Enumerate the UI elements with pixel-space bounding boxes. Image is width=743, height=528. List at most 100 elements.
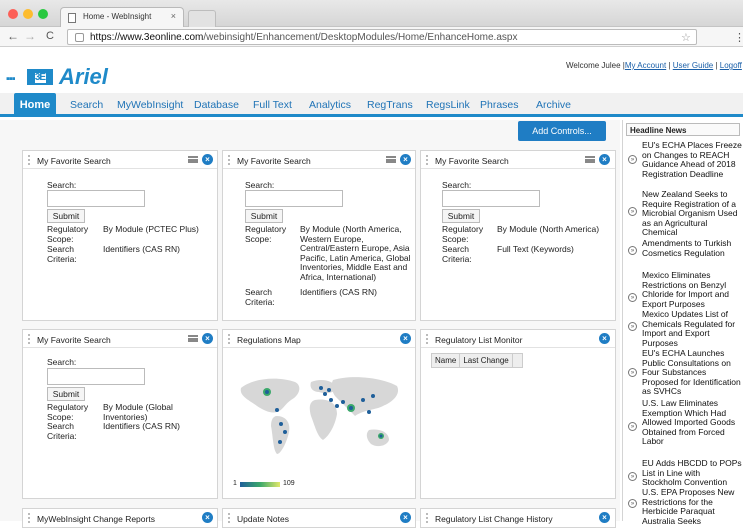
panel-header: MyWebInsight Change Reports × xyxy=(23,509,217,527)
app-grid-icon[interactable]: ▪▪▪ xyxy=(6,73,16,85)
news-item[interactable]: U.S. Law Eliminates Exemption Which Had … xyxy=(642,398,742,447)
map-marker[interactable] xyxy=(279,422,283,426)
search-input[interactable] xyxy=(442,190,540,207)
submit-button[interactable]: Submit xyxy=(47,387,85,401)
menu-icon[interactable] xyxy=(188,156,198,163)
submit-button[interactable]: Submit xyxy=(442,209,480,223)
search-label: Search: xyxy=(442,180,472,190)
search-input[interactable] xyxy=(47,190,145,207)
drag-handle-icon[interactable] xyxy=(228,513,231,523)
map-marker[interactable] xyxy=(367,410,371,414)
nav-regtrans[interactable]: RegTrans xyxy=(367,99,413,111)
map-marker[interactable] xyxy=(361,398,365,402)
expand-icon[interactable]: » xyxy=(628,293,637,302)
news-item[interactable]: Amendments to Turkish Cosmetics Regulati… xyxy=(642,238,742,258)
drag-handle-icon[interactable] xyxy=(28,513,31,523)
browser-menu-icon[interactable]: ⋮ xyxy=(734,31,743,44)
map-marker[interactable] xyxy=(319,386,323,390)
map-marker[interactable] xyxy=(349,406,353,410)
nav-fulltext[interactable]: Full Text xyxy=(253,99,292,111)
close-panel-icon[interactable]: × xyxy=(400,512,411,523)
drag-handle-icon[interactable] xyxy=(228,155,231,165)
drag-handle-icon[interactable] xyxy=(228,334,231,344)
map-marker[interactable] xyxy=(323,392,327,396)
news-item[interactable]: Mexico Updates List of Chemicals Regulat… xyxy=(642,309,742,348)
minimize-window-icon[interactable] xyxy=(23,9,33,19)
column-header-name[interactable]: Name xyxy=(430,353,461,368)
close-panel-icon[interactable]: × xyxy=(599,333,610,344)
news-item[interactable]: EU Adds HBCDD to POPs List in Line with … xyxy=(642,458,742,488)
menu-icon[interactable] xyxy=(188,335,198,342)
close-panel-icon[interactable]: × xyxy=(202,333,213,344)
map-marker[interactable] xyxy=(371,394,375,398)
map-marker[interactable] xyxy=(329,398,333,402)
expand-icon[interactable]: » xyxy=(628,322,637,331)
drag-handle-icon[interactable] xyxy=(28,334,31,344)
close-tab-icon[interactable]: × xyxy=(171,11,176,21)
news-item[interactable]: EU's ECHA Launches Public Consultations … xyxy=(642,348,742,397)
search-input[interactable] xyxy=(245,190,343,207)
reload-icon[interactable]: C xyxy=(46,29,54,43)
news-item[interactable]: Mexico Eliminates Restrictions on Benzyl… xyxy=(642,270,742,309)
nav-analytics[interactable]: Analytics xyxy=(309,99,351,111)
drag-handle-icon[interactable] xyxy=(426,334,429,344)
map-marker[interactable] xyxy=(278,440,282,444)
map-marker[interactable] xyxy=(327,388,331,392)
map-marker[interactable] xyxy=(265,390,269,394)
headline-news-sidebar: Headline News » EU's ECHA Places Freeze … xyxy=(622,120,743,526)
close-panel-icon[interactable]: × xyxy=(599,512,610,523)
back-icon[interactable]: ← xyxy=(7,29,19,43)
add-controls-button[interactable]: Add Controls... xyxy=(518,121,606,141)
expand-icon[interactable]: » xyxy=(628,155,637,164)
browser-tab[interactable]: Home - WebInsight × xyxy=(60,7,184,27)
new-tab-button[interactable] xyxy=(188,10,216,27)
world-map[interactable] xyxy=(233,370,403,460)
map-marker[interactable] xyxy=(335,404,339,408)
drag-handle-icon[interactable] xyxy=(28,155,31,165)
nav-archive[interactable]: Archive xyxy=(536,99,571,111)
drag-handle-icon[interactable] xyxy=(426,513,429,523)
expand-icon[interactable]: » xyxy=(628,422,637,431)
logoff-link[interactable]: Logoff xyxy=(720,61,742,70)
search-criteria-label: Search Criteria: xyxy=(442,244,472,264)
expand-icon[interactable]: » xyxy=(628,246,637,255)
expand-icon[interactable]: » xyxy=(628,499,637,508)
forward-icon[interactable]: → xyxy=(24,29,36,43)
map-marker[interactable] xyxy=(341,400,345,404)
news-item[interactable]: U.S. EPA Proposes New Restrictions for t… xyxy=(642,487,742,517)
expand-icon[interactable]: » xyxy=(628,207,637,216)
map-marker[interactable] xyxy=(275,408,279,412)
nav-search[interactable]: Search xyxy=(70,99,103,111)
nav-regslink[interactable]: RegsLink xyxy=(426,99,470,111)
expand-icon[interactable]: » xyxy=(628,368,637,377)
column-header-last-change[interactable]: Last Change xyxy=(459,353,513,368)
expand-icon[interactable]: » xyxy=(628,472,637,481)
news-item[interactable]: EU's ECHA Places Freeze on Changes to RE… xyxy=(642,140,742,179)
menu-icon[interactable] xyxy=(585,156,595,163)
submit-button[interactable]: Submit xyxy=(245,209,283,223)
nav-database[interactable]: Database xyxy=(194,99,239,111)
close-panel-icon[interactable]: × xyxy=(400,154,411,165)
map-marker[interactable] xyxy=(283,430,287,434)
bookmark-star-icon[interactable]: ☆ xyxy=(681,31,691,44)
nav-home[interactable]: Home xyxy=(14,93,56,117)
nav-mywebinsight[interactable]: MyWebInsight xyxy=(117,99,183,111)
close-panel-icon[interactable]: × xyxy=(599,154,610,165)
menu-icon[interactable] xyxy=(386,156,396,163)
nav-phrases[interactable]: Phrases xyxy=(480,99,519,111)
maximize-window-icon[interactable] xyxy=(38,9,48,19)
map-marker[interactable] xyxy=(379,434,383,438)
close-panel-icon[interactable]: × xyxy=(400,333,411,344)
drag-handle-icon[interactable] xyxy=(426,155,429,165)
submit-button[interactable]: Submit xyxy=(47,209,85,223)
search-input[interactable] xyxy=(47,368,145,385)
address-bar[interactable]: https://www.3eonline.com/webinsight/Enha… xyxy=(67,29,697,45)
close-panel-icon[interactable]: × xyxy=(202,512,213,523)
close-panel-icon[interactable]: × xyxy=(202,154,213,165)
news-item[interactable]: Australia Seeks xyxy=(642,516,742,527)
user-guide-link[interactable]: User Guide xyxy=(673,61,713,70)
my-account-link[interactable]: My Account xyxy=(625,61,666,70)
close-window-icon[interactable] xyxy=(8,9,18,19)
news-item[interactable]: New Zealand Seeks to Require Registratio… xyxy=(642,189,742,238)
panel-header: My Favorite Search × xyxy=(23,330,217,348)
